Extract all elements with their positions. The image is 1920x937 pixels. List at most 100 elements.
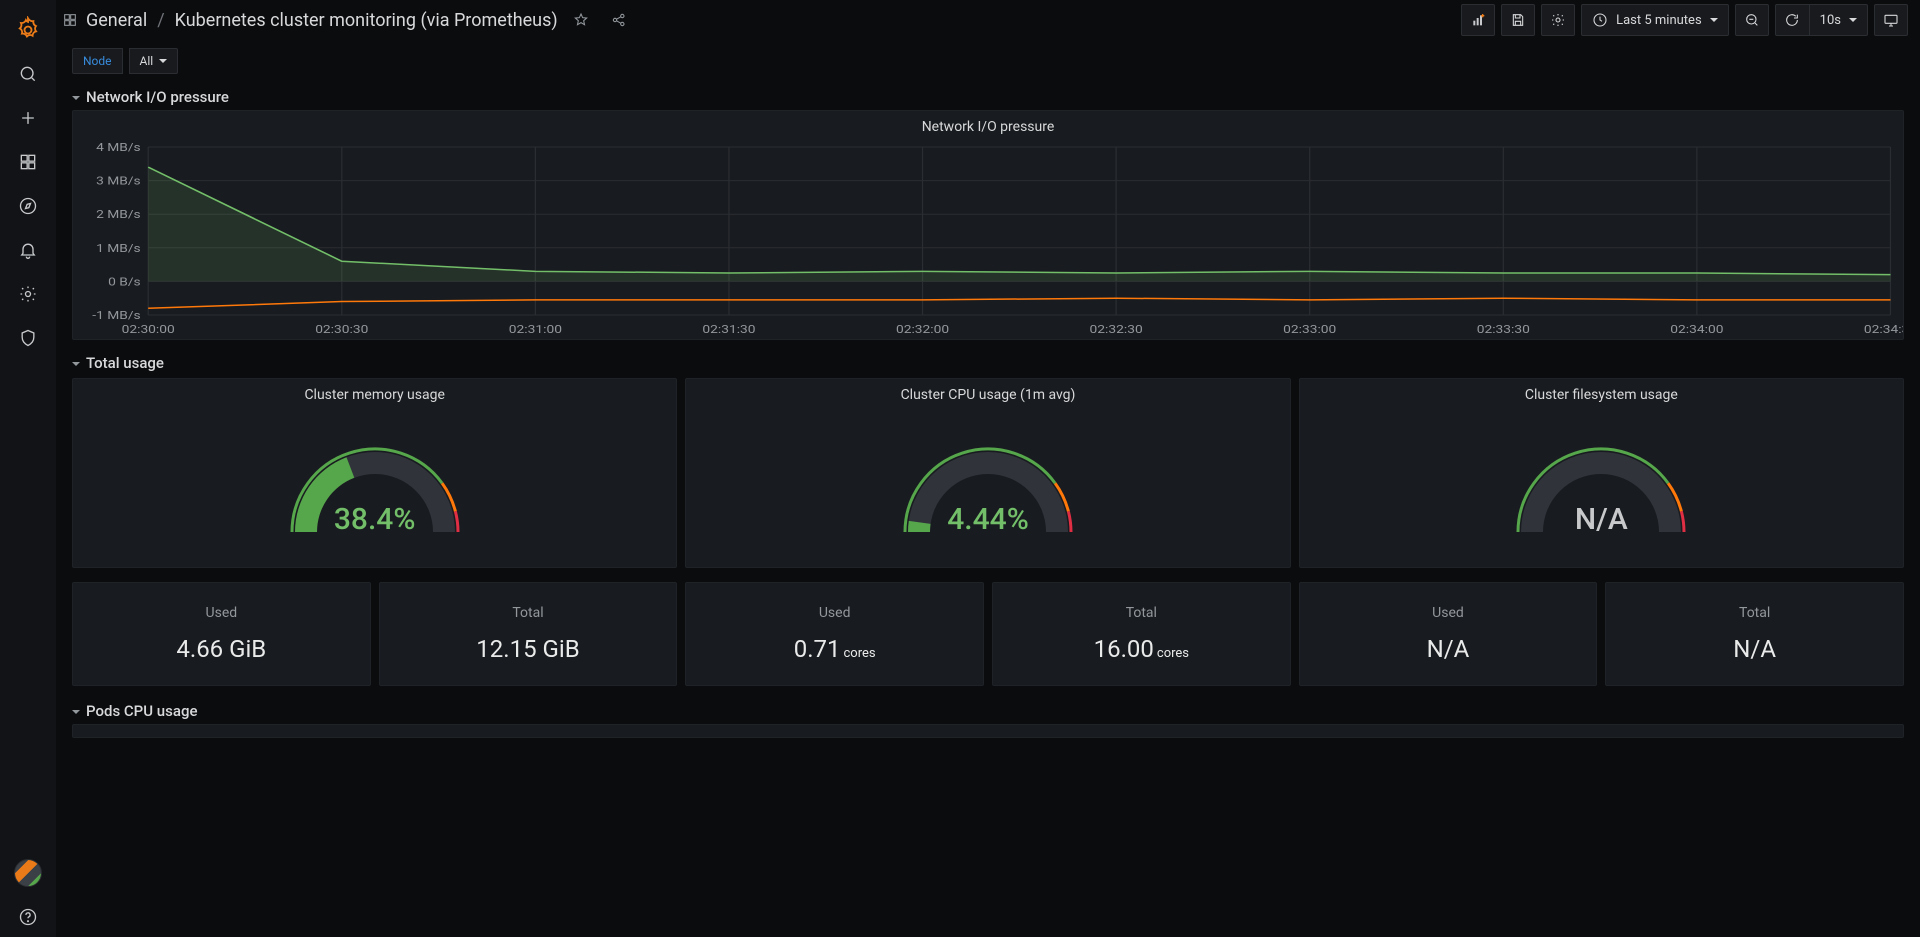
svg-text:02:32:30: 02:32:30	[1090, 323, 1143, 336]
zoom-out-icon	[1744, 12, 1760, 28]
breadcrumb-folder[interactable]: General	[86, 10, 147, 31]
panel-gauge-fs[interactable]: Cluster filesystem usage N/A	[1299, 378, 1904, 568]
stat-value: 12.15 GiB	[476, 635, 579, 663]
gauge-row: Cluster memory usage 38.4% Cluster CPU u…	[72, 378, 1904, 568]
bell-icon	[18, 240, 38, 260]
chevron-down-icon	[72, 354, 80, 372]
svg-text:02:30:30: 02:30:30	[315, 323, 368, 336]
gauge-title: Cluster memory usage	[73, 379, 676, 407]
grafana-icon	[14, 16, 42, 44]
nav-server-admin[interactable]	[8, 318, 48, 358]
tv-mode-button[interactable]	[1874, 4, 1908, 36]
gauge-value: N/A	[1300, 502, 1903, 537]
stat-value: 16.00	[1094, 635, 1154, 663]
toolbar-right: Last 5 minutes 10s	[1461, 4, 1908, 36]
refresh-button[interactable]	[1775, 4, 1809, 36]
stat-memory-total[interactable]: Total 12.15 GiB	[379, 582, 678, 686]
panel-network-io[interactable]: Network I/O pressure -1 MB/s0 B/s1 MB/s2…	[72, 110, 1904, 340]
time-range-label: Last 5 minutes	[1616, 13, 1702, 28]
row-header-pods-cpu[interactable]: Pods CPU usage	[72, 702, 1904, 720]
zoom-out-button[interactable]	[1735, 4, 1769, 36]
svg-text:-1 MB/s: -1 MB/s	[92, 309, 140, 322]
nav-help[interactable]	[8, 897, 48, 937]
stat-memory-used[interactable]: Used 4.66 GiB	[72, 582, 371, 686]
row-header-network[interactable]: Network I/O pressure	[72, 88, 1904, 106]
chevron-down-icon	[159, 54, 167, 68]
add-panel-icon	[1470, 12, 1486, 28]
svg-text:02:34:30: 02:34:30	[1864, 323, 1903, 336]
clock-icon	[1592, 12, 1608, 28]
variable-bar: Node All	[72, 48, 1904, 74]
stat-label: Used	[819, 605, 851, 621]
time-range-button[interactable]: Last 5 minutes	[1581, 4, 1729, 36]
stat-unit: cores	[1157, 646, 1189, 661]
nav-create[interactable]	[8, 98, 48, 138]
svg-text:02:30:00: 02:30:00	[122, 323, 175, 336]
breadcrumb: General / Kubernetes cluster monitoring …	[86, 10, 558, 31]
variable-node-select[interactable]: All	[129, 48, 179, 74]
stat-value: N/A	[1427, 635, 1470, 663]
gauge-title: Cluster CPU usage (1m avg)	[686, 379, 1289, 407]
stat-label: Used	[206, 605, 238, 621]
stat-label: Total	[512, 605, 543, 621]
dashboards-icon	[18, 152, 38, 172]
network-chart: -1 MB/s0 B/s1 MB/s2 MB/s3 MB/s4 MB/s02:3…	[73, 139, 1903, 339]
star-button[interactable]	[566, 5, 596, 35]
nav-explore[interactable]	[8, 186, 48, 226]
nav-alerting[interactable]	[8, 230, 48, 270]
settings-button[interactable]	[1541, 4, 1575, 36]
shield-icon	[18, 328, 38, 348]
svg-text:3 MB/s: 3 MB/s	[96, 175, 141, 188]
stat-cpu-used[interactable]: Used 0.71cores	[685, 582, 984, 686]
row-header-total-usage[interactable]: Total usage	[72, 354, 1904, 372]
stat-pair-fs: Used N/A Total N/A	[1299, 582, 1904, 686]
refresh-interval-button[interactable]: 10s	[1809, 4, 1868, 36]
monitor-icon	[1883, 12, 1899, 28]
chevron-down-icon	[1710, 13, 1718, 28]
svg-text:02:33:30: 02:33:30	[1477, 323, 1530, 336]
panel-title-network: Network I/O pressure	[73, 111, 1903, 139]
nav-rail	[0, 0, 56, 937]
save-button[interactable]	[1501, 4, 1535, 36]
topbar: General / Kubernetes cluster monitoring …	[56, 0, 1920, 40]
panel-gauge-memory[interactable]: Cluster memory usage 38.4%	[72, 378, 677, 568]
svg-text:02:31:30: 02:31:30	[702, 323, 755, 336]
gauge-title: Cluster filesystem usage	[1300, 379, 1903, 407]
svg-text:02:33:00: 02:33:00	[1283, 323, 1336, 336]
variable-node-value: All	[140, 54, 154, 68]
variable-node-label: Node	[72, 48, 123, 74]
page-title: Kubernetes cluster monitoring (via Prome…	[175, 10, 558, 31]
refresh-icon	[1784, 12, 1800, 28]
stat-pair-memory: Used 4.66 GiB Total 12.15 GiB	[72, 582, 677, 686]
panel-pods-cpu-placeholder[interactable]	[72, 724, 1904, 738]
svg-text:1 MB/s: 1 MB/s	[96, 242, 141, 255]
grafana-logo[interactable]	[8, 10, 48, 50]
row-title-total-usage: Total usage	[86, 354, 164, 372]
stat-fs-used[interactable]: Used N/A	[1299, 582, 1598, 686]
stat-label: Total	[1739, 605, 1770, 621]
stat-pair-cpu: Used 0.71cores Total 16.00cores	[685, 582, 1290, 686]
panel-gauge-cpu[interactable]: Cluster CPU usage (1m avg) 4.44%	[685, 378, 1290, 568]
share-button[interactable]	[604, 5, 634, 35]
chevron-down-icon	[72, 88, 80, 106]
stat-value: N/A	[1733, 635, 1776, 663]
stat-cpu-total[interactable]: Total 16.00cores	[992, 582, 1291, 686]
chevron-down-icon	[72, 702, 80, 720]
compass-icon	[18, 196, 38, 216]
svg-text:2 MB/s: 2 MB/s	[96, 208, 141, 221]
gear-icon	[1550, 12, 1566, 28]
nav-search[interactable]	[8, 54, 48, 94]
star-icon	[573, 12, 589, 28]
dashboard-body: Node All Network I/O pressure Network I/…	[56, 40, 1920, 937]
add-panel-button[interactable]	[1461, 4, 1495, 36]
dashboards-crumb-icon[interactable]	[62, 12, 78, 28]
nav-configuration[interactable]	[8, 274, 48, 314]
nav-profile[interactable]	[8, 853, 48, 893]
svg-text:02:34:00: 02:34:00	[1670, 323, 1723, 336]
nav-dashboards[interactable]	[8, 142, 48, 182]
stat-label: Total	[1126, 605, 1157, 621]
stat-unit: cores	[844, 646, 876, 661]
stat-fs-total[interactable]: Total N/A	[1605, 582, 1904, 686]
gauge-value: 38.4%	[73, 502, 676, 537]
avatar-icon	[14, 859, 42, 887]
